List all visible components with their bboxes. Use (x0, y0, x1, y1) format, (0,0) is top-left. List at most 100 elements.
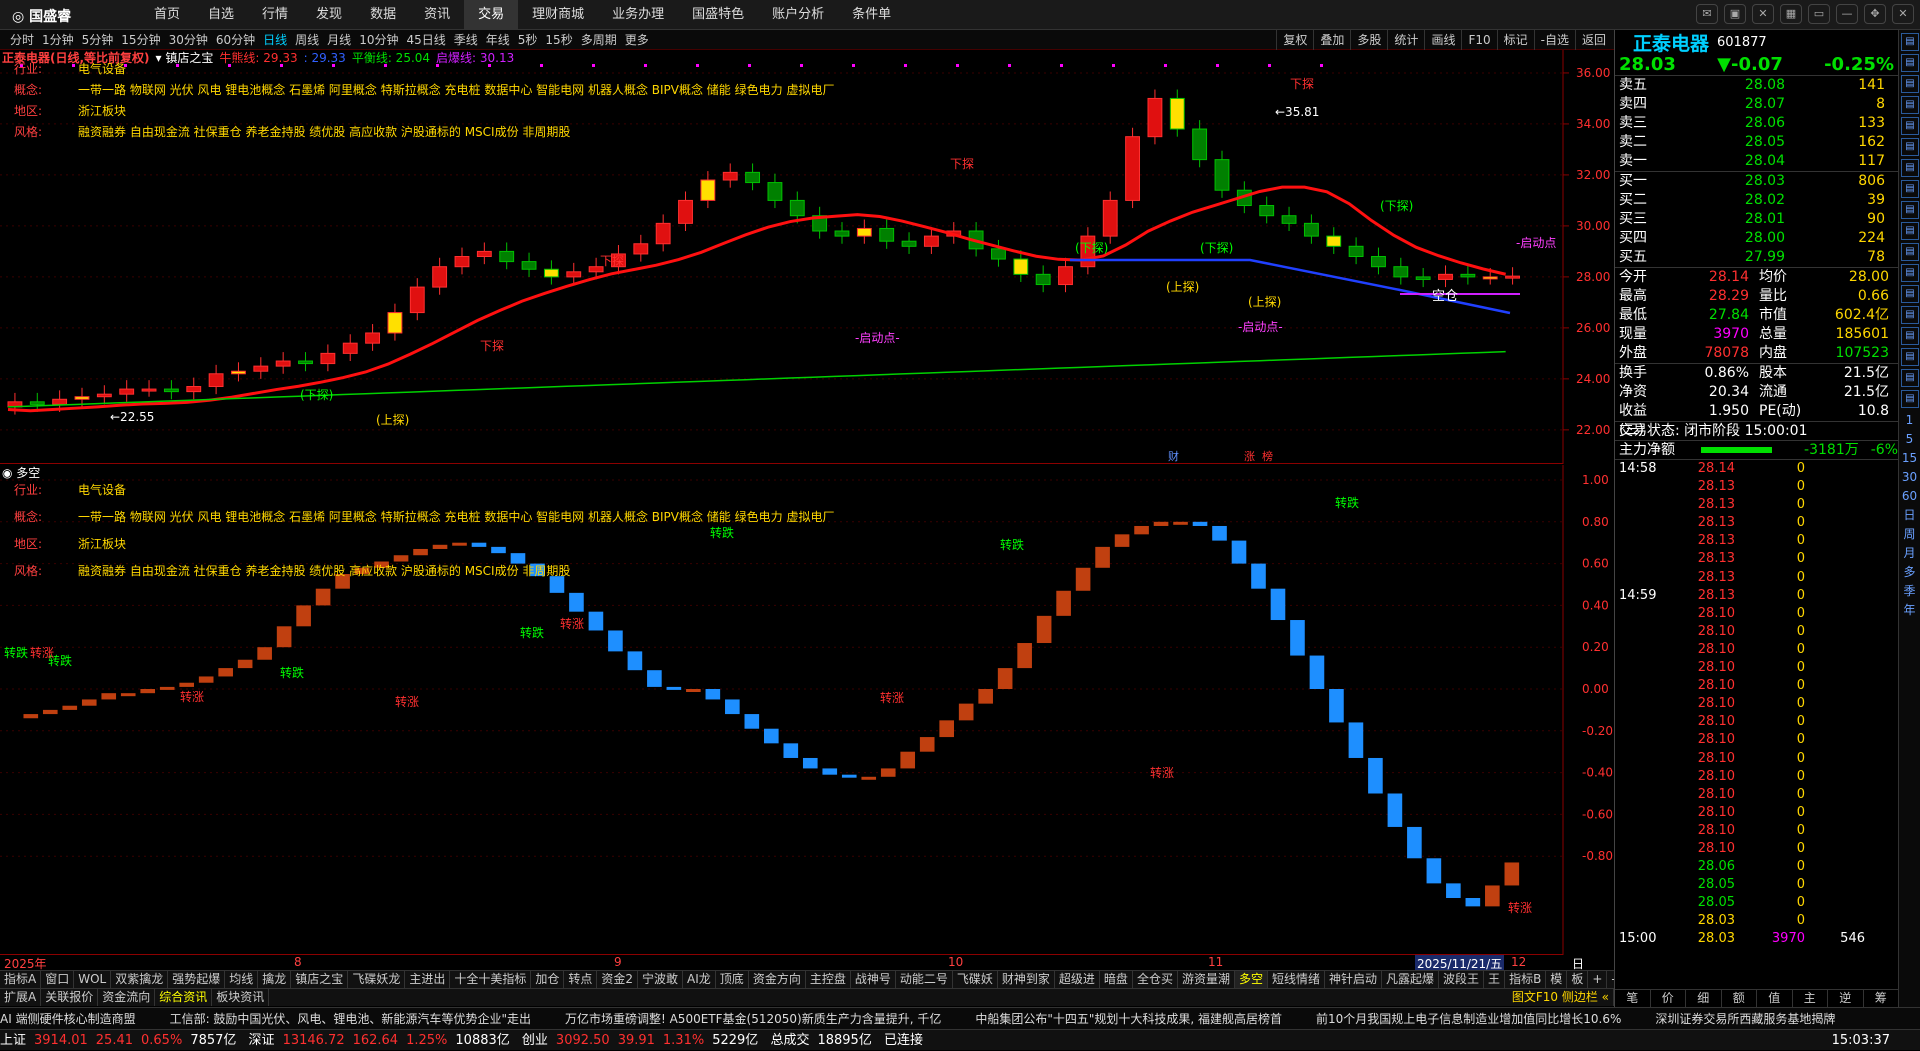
ext-tab-2[interactable]: 资金流向 (98, 989, 156, 1006)
nav-2[interactable]: 行情 (248, 0, 302, 30)
period-tab-2[interactable]: 5分钟 (78, 30, 118, 50)
indicator-tab-10[interactable]: 十全十美指标 (450, 971, 532, 988)
nav-8[interactable]: 业务办理 (598, 0, 678, 30)
period-tab-14[interactable]: 15秒 (541, 30, 576, 50)
indicator-tab-0[interactable]: 指标A (0, 971, 42, 988)
indicator-tab-8[interactable]: 飞碟妖龙 (348, 971, 406, 988)
indicator-tab-13[interactable]: 资金2 (597, 971, 639, 988)
indicator-tab-17[interactable]: 资金方向 (749, 971, 806, 988)
indicator-tab-right-1[interactable]: 模 (1546, 971, 1568, 988)
strip-icon-13[interactable]: ▤ (1901, 306, 1919, 324)
period-tab-1[interactable]: 1分钟 (38, 30, 78, 50)
news-item-0[interactable]: AI 端侧硬件核心制造商盟 (0, 1012, 136, 1026)
period-tab-3[interactable]: 15分钟 (117, 30, 164, 50)
strip-period-3[interactable]: 30 (1899, 468, 1920, 487)
news-item-4[interactable]: 前10个月我国规上电子信息制造业增加值同比增长10.6% (1316, 1012, 1621, 1026)
indicator-tab-9[interactable]: 主进出 (405, 971, 451, 988)
indicator-tab-right-2[interactable]: 板 (1567, 971, 1589, 988)
strip-icon-17[interactable]: ▤ (1901, 390, 1919, 408)
ext-tab-1[interactable]: 关联报价 (41, 989, 99, 1006)
period-tab-7[interactable]: 周线 (291, 30, 323, 50)
indicator-tab-11[interactable]: 加仓 (531, 971, 565, 988)
nav-5[interactable]: 资讯 (410, 0, 464, 30)
period-tab-16[interactable]: 更多 (621, 30, 653, 50)
quote-tab-1[interactable]: 价 (1651, 990, 1686, 1007)
strip-period-10[interactable]: 年 (1899, 601, 1920, 620)
indicator-tab-1[interactable]: 窗口 (41, 971, 75, 988)
period-tab-0[interactable]: 分时 (6, 30, 38, 50)
indicator-panel[interactable]: 1.00 0.80 0.60 0.40 0.20 0.00 -0.20 -0.40 -0.60 -… (0, 465, 1613, 955)
strip-period-7[interactable]: 月 (1899, 544, 1920, 563)
indicator-tab-32[interactable]: 王 (1484, 971, 1506, 988)
indicator-tab-25[interactable]: 全仓买 (1133, 971, 1178, 988)
tool-6[interactable]: 标记 (1496, 30, 1534, 50)
strip-icon-0[interactable]: ▤ (1901, 33, 1919, 51)
sub-indicator-name[interactable]: ◉ 多空 (2, 465, 40, 481)
strip-icon-3[interactable]: ▤ (1901, 96, 1919, 114)
close-icon[interactable]: ✕ (1892, 4, 1914, 24)
period-tab-11[interactable]: 季线 (450, 30, 482, 50)
indicator-tab-right-3[interactable]: + (1588, 971, 1608, 988)
strip-icon-11[interactable]: ▤ (1901, 264, 1919, 282)
sz-index-label[interactable]: 深证 (249, 1033, 275, 1048)
grid-icon[interactable]: ▦ (1780, 4, 1802, 24)
indicator-tab-12[interactable]: 转点 (564, 971, 598, 988)
strip-period-0[interactable]: 1 (1899, 411, 1920, 430)
indicator-tab-29[interactable]: 神针启动 (1325, 971, 1383, 988)
ext-tab-0[interactable]: 扩展A (0, 989, 42, 1006)
strip-period-1[interactable]: 5 (1899, 430, 1920, 449)
news-item-2[interactable]: 万亿市场重磅调整! A500ETF基金(512050)新质生产力含量提升, 千亿 (565, 1012, 941, 1026)
indicator-tab-30[interactable]: 凡露起爆 (1382, 971, 1440, 988)
app-logo[interactable]: ◎ 国盛睿 (12, 6, 71, 26)
strip-icon-1[interactable]: ▤ (1901, 54, 1919, 72)
indicator-tab-22[interactable]: 财神到家 (998, 971, 1055, 988)
nav-9[interactable]: 国盛特色 (678, 0, 758, 30)
period-tab-13[interactable]: 5秒 (514, 30, 542, 50)
quote-tab-5[interactable]: 主 (1793, 990, 1828, 1007)
nav-0[interactable]: 首页 (140, 0, 194, 30)
quote-tab-3[interactable]: 额 (1722, 990, 1757, 1007)
indicator-tab-19[interactable]: 战神号 (851, 971, 896, 988)
news-item-3[interactable]: 中船集团公布"十四五"规划十大科技成果, 福建舰高居榜首 (975, 1012, 1282, 1026)
strip-icon-5[interactable]: ▤ (1901, 138, 1919, 156)
news-ticker[interactable]: AI 端侧硬件核心制造商盟 工信部: 鼓励中国光伏、风电、锂电池、新能源汽车等优势… (0, 1007, 1920, 1029)
strip-icon-7[interactable]: ▤ (1901, 180, 1919, 198)
tools-icon[interactable]: ✕ (1752, 4, 1774, 24)
period-tab-9[interactable]: 10分钟 (355, 30, 402, 50)
strip-icon-10[interactable]: ▤ (1901, 243, 1919, 261)
tool-3[interactable]: 统计 (1387, 30, 1424, 50)
news-item-5[interactable]: 深圳证券交易所西藏服务基地揭牌 (1655, 1012, 1835, 1026)
strip-icon-8[interactable]: ▤ (1901, 201, 1919, 219)
indicator-tab-2[interactable]: WOL (74, 971, 112, 988)
maximize-icon[interactable]: ✥ (1864, 4, 1886, 24)
nav-10[interactable]: 账户分析 (758, 0, 838, 30)
tool-0[interactable]: 复权 (1276, 30, 1313, 50)
indicator-tab-16[interactable]: 顶底 (716, 971, 749, 988)
strip-icon-2[interactable]: ▤ (1901, 75, 1919, 93)
tool-5[interactable]: F10 (1461, 30, 1496, 50)
indicator-tab-31[interactable]: 波段王 (1439, 971, 1485, 988)
indicator-tab-23[interactable]: 超级进 (1055, 971, 1100, 988)
quote-tab-0[interactable]: 笔 (1615, 990, 1651, 1007)
strip-icon-6[interactable]: ▤ (1901, 159, 1919, 177)
period-tab-4[interactable]: 30分钟 (165, 30, 212, 50)
indicator-tab-5[interactable]: 均线 (225, 971, 259, 988)
message-icon[interactable]: ✉ (1696, 4, 1718, 24)
cy-index-label[interactable]: 创业 (522, 1033, 548, 1048)
strip-period-2[interactable]: 15 (1899, 449, 1920, 468)
tool-7[interactable]: -自选 (1533, 30, 1575, 50)
quote-tab-7[interactable]: 筹 (1864, 990, 1899, 1007)
indicator-tab-24[interactable]: 暗盘 (1100, 971, 1133, 988)
tool-2[interactable]: 多股 (1350, 30, 1387, 50)
period-tab-6[interactable]: 日线 (259, 30, 291, 50)
indicator-tab-18[interactable]: 主控盘 (806, 971, 851, 988)
nav-11[interactable]: 条件单 (838, 0, 905, 30)
tool-4[interactable]: 画线 (1424, 30, 1461, 50)
nav-3[interactable]: 发现 (302, 0, 356, 30)
indicator-tab-26[interactable]: 游资量潮 (1178, 971, 1235, 988)
period-tab-15[interactable]: 多周期 (577, 30, 621, 50)
strip-icon-14[interactable]: ▤ (1901, 327, 1919, 345)
strip-period-5[interactable]: 日 (1899, 506, 1920, 525)
indicator-tab-20[interactable]: 动能二号 (896, 971, 953, 988)
strip-period-4[interactable]: 60 (1899, 487, 1920, 506)
